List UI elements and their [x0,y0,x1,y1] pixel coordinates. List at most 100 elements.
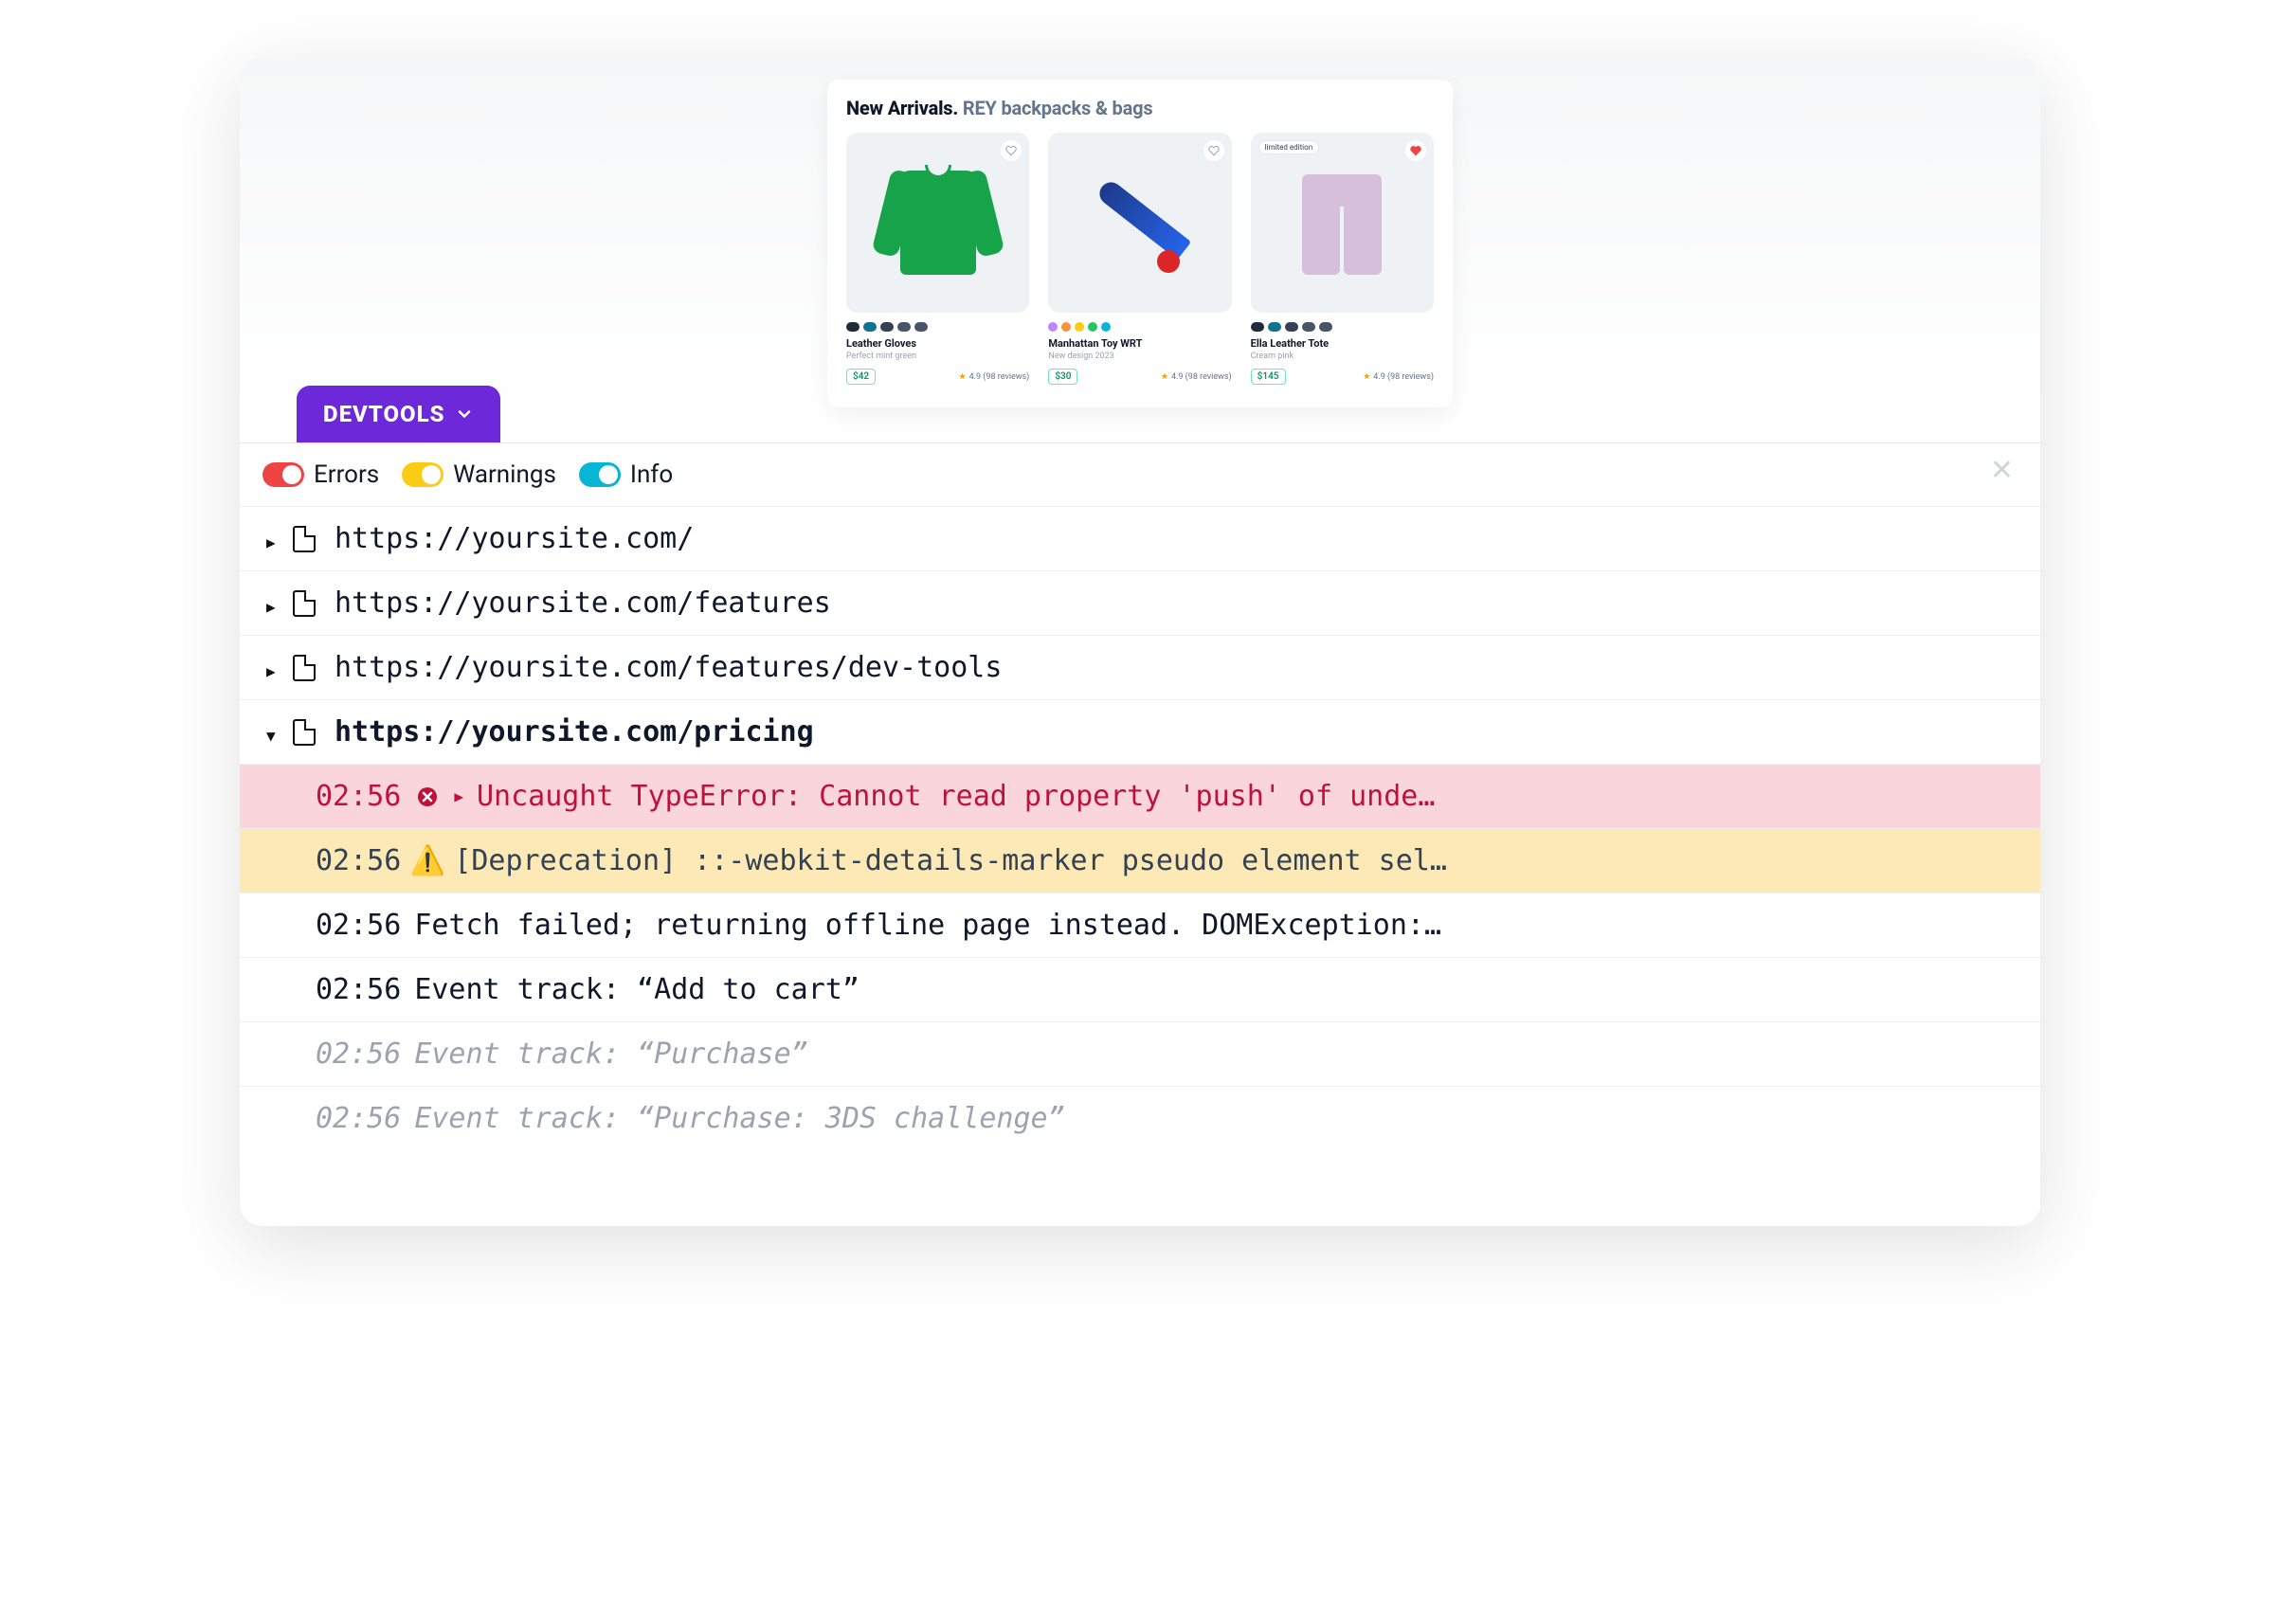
disclosure-triangle-icon[interactable] [266,586,280,620]
page-tree-row[interactable]: https://yoursite.com/pricing [240,699,2040,764]
filter-errors: Errors [262,460,379,489]
page-tree: https://yoursite.com/https://yoursite.co… [240,506,2040,764]
log-message: Uncaught TypeError: Cannot read property… [477,780,1435,813]
filter-bar: Errors Warnings Info ✕ [240,443,2040,506]
star-icon: ★ [959,372,967,382]
star-icon: ★ [1161,372,1168,382]
product-name: Leather Gloves [846,337,1029,350]
product-name: Ella Leather Tote [1251,337,1434,350]
log-timestamp: 02:56 [316,780,401,813]
log-row[interactable]: 02:56 Event track: “Purchase: 3DS challen… [240,1086,2040,1150]
page-url: https://yoursite.com/pricing [335,715,814,749]
log-timestamp: 02:56 [316,844,401,877]
panel-title: New Arrivals. REY backpacks & bags [846,97,1434,119]
chevron-down-icon [455,405,474,424]
swatches [1048,322,1231,332]
page-url: https://yoursite.com/ [335,522,694,555]
product-desc: Cream pink [1251,352,1434,361]
product-footer: $145★4.9 (98 reviews) [1251,369,1434,385]
product-thumb[interactable] [1048,133,1231,313]
devtools-tab-label: DEVTOOLS [323,401,445,427]
swatch[interactable] [897,322,911,332]
log-message: Event track: “Purchase” [414,1038,807,1071]
swatch[interactable] [1268,322,1281,332]
app-window: New Arrivals. REY backpacks & bags Leath… [240,57,2040,1226]
log-timestamp: 02:56 [316,973,401,1006]
log-row[interactable]: 02:56 ⚠️ [Deprecation] ::-webkit-details-m… [240,828,2040,893]
swatch[interactable] [1285,322,1298,332]
file-icon [293,526,316,552]
swatch[interactable] [880,322,894,332]
product-card[interactable]: Manhattan Toy WRTNew design 2023$30★4.9 … [1048,133,1231,385]
warning-icon: ⚠️ [414,844,441,877]
heart-icon[interactable] [1001,140,1022,161]
product-rating: ★4.9 (98 reviews) [1161,372,1232,382]
limited-badge: limited edition [1258,140,1319,154]
log-message: [Deprecation] ::-webkit-details-marker p… [454,844,1447,877]
product-card[interactable]: limited edition Ella Leather Tote Cream pi… [1251,133,1434,385]
toggle-warnings[interactable] [402,462,443,487]
log-timestamp: 02:56 [316,909,401,942]
product-panel: New Arrivals. REY backpacks & bags Leath… [827,80,1453,407]
filter-info-label: Info [630,460,673,489]
page-tree-row[interactable]: https://yoursite.com/ [240,506,2040,570]
swatch[interactable] [1251,322,1264,332]
product-footer: $42 ★4.9 (98 reviews) [846,369,1029,385]
product-thumb[interactable] [846,133,1029,313]
file-icon [293,719,316,746]
swatch[interactable] [1302,322,1315,332]
page-url: https://yoursite.com/features/dev-tools [335,651,1002,684]
swatch[interactable] [863,322,877,332]
product-row: Leather GlovesPerfect mint green$42★4.9 … [846,133,1434,385]
product-rating: ★4.9 (98 reviews) [959,372,1030,382]
file-icon [293,655,316,681]
disclosure-triangle-icon[interactable] [266,522,280,555]
swatch[interactable] [1101,322,1111,332]
product-price: $30 [1048,369,1077,385]
close-icon[interactable]: ✕ [1990,457,2014,485]
log-message: Event track: “Add to cart” [414,973,860,1006]
disclosure-triangle-icon[interactable] [266,715,280,749]
filter-warnings: Warnings [402,460,556,489]
log-row[interactable]: 02:56 ▶ Uncaught TypeError: Cannot read pr… [240,764,2040,828]
panel-title-bold: New Arrivals. [846,97,958,119]
toggle-info[interactable] [579,462,621,487]
swatch[interactable] [1061,322,1071,332]
product-price: $42 [846,369,876,385]
swatch[interactable] [914,322,928,332]
log-row[interactable]: 02:56 Event track: “Add to cart” [240,957,2040,1021]
swatch[interactable] [1048,322,1058,332]
console-panel: Errors Warnings Info ✕ https://yoursite.… [240,442,2040,1226]
star-icon: ★ [1363,372,1370,382]
log-list: 02:56 ▶ Uncaught TypeError: Cannot read pr… [240,764,2040,1150]
log-row[interactable]: 02:56 Fetch failed; returning offline pag… [240,893,2040,957]
swatch[interactable] [1088,322,1097,332]
filter-errors-label: Errors [314,460,379,489]
log-message: Fetch failed; returning offline page ins… [414,909,1441,942]
toggle-errors[interactable] [262,462,304,487]
swatches [1251,322,1434,332]
expand-icon[interactable]: ▶ [454,787,463,805]
page-url: https://yoursite.com/features [335,586,831,620]
swatch[interactable] [1319,322,1332,332]
product-desc: New design 2023 [1048,352,1231,361]
product-price: $145 [1251,369,1286,385]
disclosure-triangle-icon[interactable] [266,651,280,684]
heart-icon[interactable] [1203,140,1224,161]
swatch[interactable] [846,322,860,332]
log-row[interactable]: 02:56 Event track: “Purchase” [240,1021,2040,1086]
devtools-tab[interactable]: DEVTOOLS [297,386,500,442]
product-thumb[interactable]: limited edition [1251,133,1434,313]
swatches [846,322,1029,332]
site-preview: New Arrivals. REY backpacks & bags Leath… [240,57,2040,407]
log-message: Event track: “Purchase: 3DS challenge” [414,1102,1064,1135]
log-timestamp: 02:56 [316,1102,401,1135]
page-tree-row[interactable]: https://yoursite.com/features/dev-tools [240,635,2040,699]
page-tree-row[interactable]: https://yoursite.com/features [240,570,2040,635]
swatch[interactable] [1075,322,1084,332]
product-card[interactable]: Leather GlovesPerfect mint green$42★4.9 … [846,133,1029,385]
product-footer: $30 ★4.9 (98 reviews) [1048,369,1231,385]
filter-warnings-label: Warnings [453,460,556,489]
heart-icon[interactable] [1405,140,1426,161]
log-timestamp: 02:56 [316,1038,401,1071]
